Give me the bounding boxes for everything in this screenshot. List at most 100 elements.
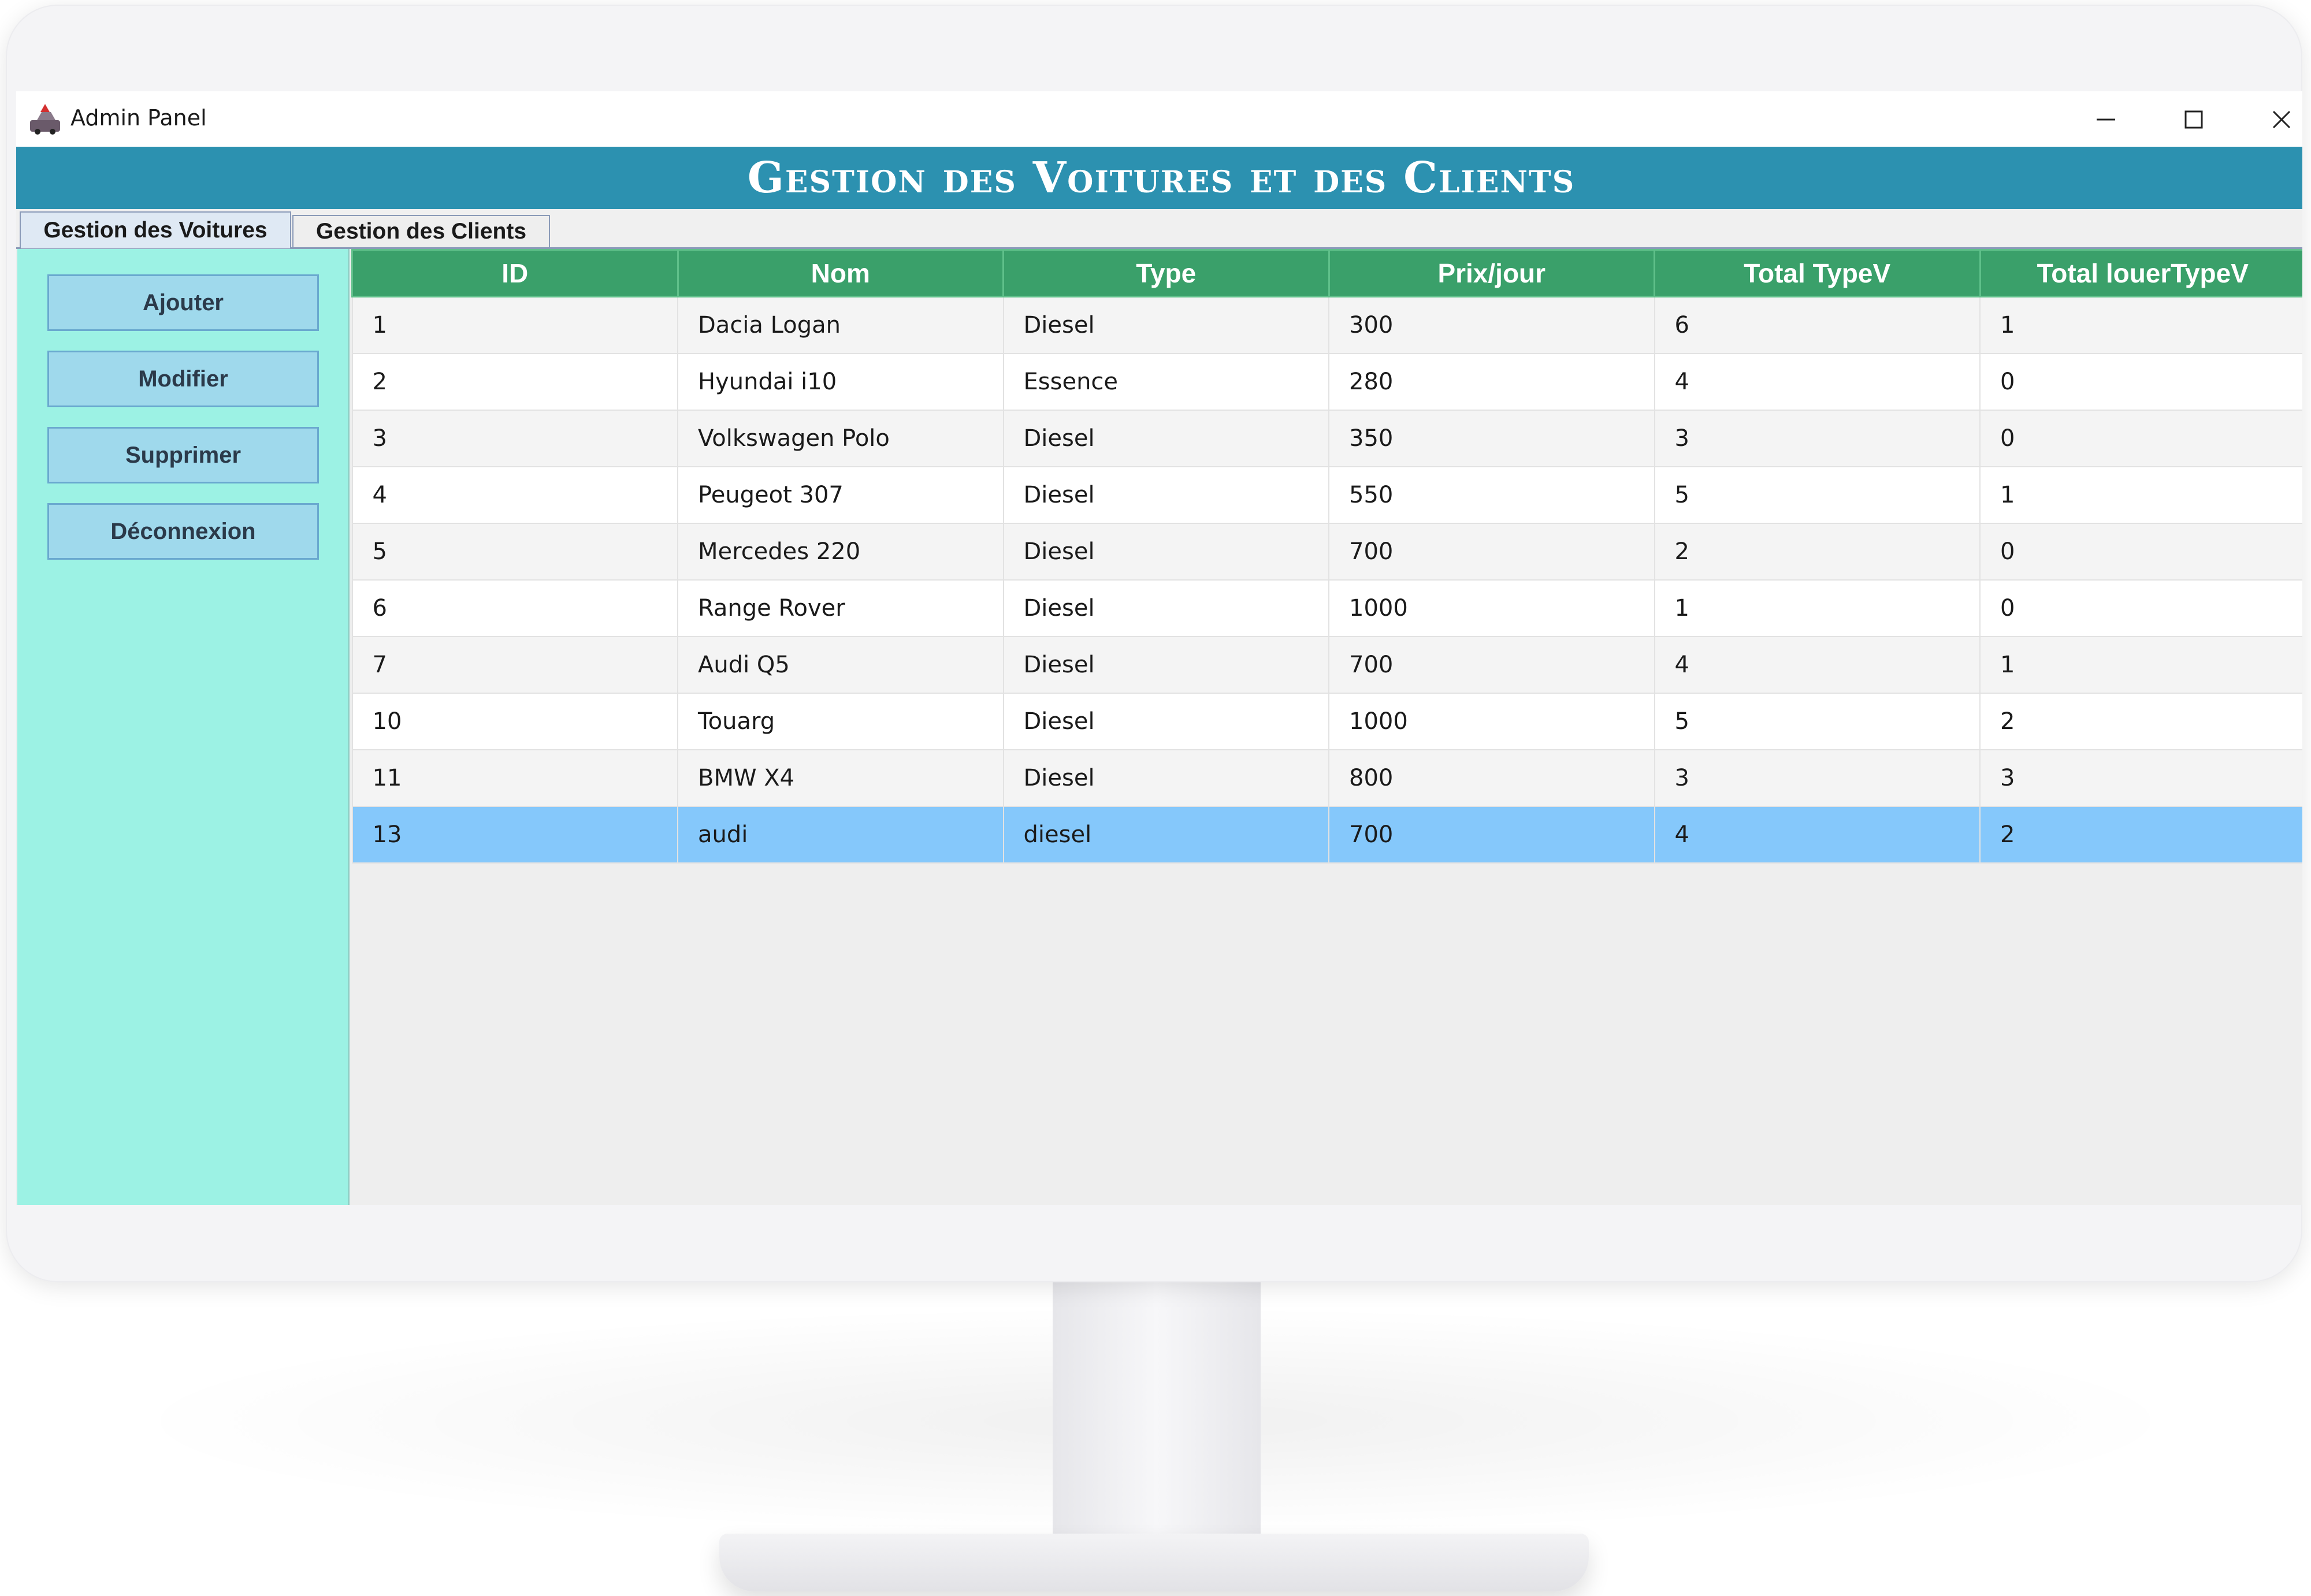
table-cell[interactable]: 2 [1979, 806, 2302, 864]
column-header-type[interactable]: Type [1002, 249, 1330, 297]
table-cell[interactable]: 350 [1328, 410, 1655, 467]
table-cell[interactable]: 3 [1654, 749, 1981, 807]
table-cell[interactable]: Range Rover [677, 579, 1004, 637]
table-cell[interactable]: 4 [1654, 353, 1981, 411]
tab-gestion-voitures[interactable]: Gestion des Voitures [20, 211, 291, 248]
table-cell[interactable]: 6 [351, 579, 678, 637]
column-header-total-typev[interactable]: Total TypeV [1654, 249, 1981, 297]
column-header-nom[interactable]: Nom [677, 249, 1004, 297]
table-cell[interactable]: diesel [1002, 806, 1329, 864]
table-row[interactable]: 11 BMW X4 Diesel 800 3 3 [351, 749, 2302, 807]
modify-button[interactable]: Modifier [47, 351, 319, 407]
table-cell[interactable]: 2 [1979, 693, 2302, 750]
table-cell[interactable]: 1 [1979, 296, 2302, 354]
table-cell[interactable]: 13 [351, 806, 678, 864]
table-cell[interactable]: Hyundai i10 [677, 353, 1004, 411]
table-cell[interactable]: 7 [351, 636, 678, 694]
table-cell[interactable]: 5 [1654, 693, 1981, 750]
table-cell[interactable]: 11 [351, 749, 678, 807]
add-button[interactable]: Ajouter [47, 274, 319, 331]
table-cell[interactable]: 1000 [1328, 579, 1655, 637]
table-cell[interactable]: 4 [1654, 806, 1981, 864]
table-cell[interactable]: 10 [351, 693, 678, 750]
banner-title: Gestion des Voitures et des Clients [747, 153, 1576, 203]
tab-gestion-clients[interactable]: Gestion des Clients [292, 215, 550, 247]
table-cell[interactable]: Diesel [1002, 579, 1329, 637]
delete-button[interactable]: Supprimer [47, 427, 319, 483]
table-cell[interactable]: 1 [351, 296, 678, 354]
table-header-row: ID Nom Type Prix/jour Total TypeV Total … [351, 249, 2302, 297]
table-cell[interactable]: 0 [1979, 353, 2302, 411]
minimize-button[interactable] [2074, 99, 2138, 140]
table-cell[interactable]: 3 [351, 410, 678, 467]
table-cell[interactable]: 6 [1654, 296, 1981, 354]
app-window: Admin Panel Gestion des Voitures et des … [16, 91, 2302, 1205]
table-cell[interactable]: 280 [1328, 353, 1655, 411]
maximize-button[interactable] [2162, 99, 2225, 140]
cars-table: ID Nom Type Prix/jour Total TypeV Total … [351, 249, 2302, 864]
table-cell[interactable]: Diesel [1002, 296, 1329, 354]
table-row[interactable]: 6 Range Rover Diesel 1000 1 0 [351, 579, 2302, 637]
table-cell[interactable]: 4 [1654, 636, 1981, 694]
title-bar: Admin Panel [16, 91, 2302, 147]
table-cell[interactable]: Touarg [677, 693, 1004, 750]
minimize-icon [2097, 118, 2115, 121]
tab-label: Gestion des Voitures [43, 218, 267, 243]
table-cell[interactable]: Volkswagen Polo [677, 410, 1004, 467]
table-row[interactable]: 10 Touarg Diesel 1000 5 2 [351, 693, 2302, 750]
table-cell[interactable]: 700 [1328, 523, 1655, 581]
table-cell[interactable]: 3 [1654, 410, 1981, 467]
table-row[interactable]: 3 Volkswagen Polo Diesel 350 3 0 [351, 410, 2302, 467]
table-row[interactable]: 1 Dacia Logan Diesel 300 6 1 [351, 296, 2302, 354]
close-button[interactable] [2250, 99, 2302, 140]
table-cell[interactable]: Essence [1002, 353, 1329, 411]
action-sidebar: Ajouter Modifier Supprimer Déconnexion [17, 249, 350, 1205]
logout-button[interactable]: Déconnexion [47, 503, 319, 560]
table-cell[interactable]: 5 [351, 523, 678, 581]
table-cell[interactable]: Mercedes 220 [677, 523, 1004, 581]
table-cell[interactable]: 700 [1328, 636, 1655, 694]
table-cell[interactable]: 700 [1328, 806, 1655, 864]
table-cell[interactable]: Diesel [1002, 636, 1329, 694]
table-cell[interactable]: BMW X4 [677, 749, 1004, 807]
table-cell[interactable]: 5 [1654, 466, 1981, 524]
table-cell[interactable]: Diesel [1002, 749, 1329, 807]
table-row[interactable]: 2 Hyundai i10 Essence 280 4 0 [351, 353, 2302, 411]
tab-bar: Gestion des Voitures Gestion des Clients [16, 209, 2302, 249]
table-cell[interactable]: audi [677, 806, 1004, 864]
table-row[interactable]: 7 Audi Q5 Diesel 700 4 1 [351, 636, 2302, 694]
table-cell[interactable]: 300 [1328, 296, 1655, 354]
logout-button-label: Déconnexion [110, 518, 256, 544]
table-cell[interactable]: 0 [1979, 410, 2302, 467]
column-header-id[interactable]: ID [351, 249, 679, 297]
table-cell[interactable]: 2 [1654, 523, 1981, 581]
page-banner: Gestion des Voitures et des Clients [16, 147, 2302, 209]
table-row[interactable]: 5 Mercedes 220 Diesel 700 2 0 [351, 523, 2302, 581]
table-cell[interactable]: Diesel [1002, 523, 1329, 581]
monitor-stand-base [719, 1534, 1589, 1591]
table-cell[interactable]: Dacia Logan [677, 296, 1004, 354]
table-body: 1 Dacia Logan Diesel 300 6 1 2 Hyundai i10 Essen… [351, 296, 2302, 864]
table-cell[interactable]: Diesel [1002, 410, 1329, 467]
table-cell[interactable]: 1 [1979, 636, 2302, 694]
table-cell[interactable]: 800 [1328, 749, 1655, 807]
close-icon [2272, 110, 2291, 129]
table-cell[interactable]: 1 [1654, 579, 1981, 637]
table-cell[interactable]: 2 [351, 353, 678, 411]
table-cell[interactable]: Diesel [1002, 466, 1329, 524]
table-cell[interactable]: 0 [1979, 523, 2302, 581]
table-cell[interactable]: 4 [351, 466, 678, 524]
column-header-prix[interactable]: Prix/jour [1328, 249, 1655, 297]
table-cell[interactable]: 1000 [1328, 693, 1655, 750]
table-cell[interactable]: 1 [1979, 466, 2302, 524]
table-cell[interactable]: Diesel [1002, 693, 1329, 750]
delete-button-label: Supprimer [125, 442, 241, 468]
table-cell[interactable]: 3 [1979, 749, 2302, 807]
table-cell[interactable]: 550 [1328, 466, 1655, 524]
table-cell[interactable]: 0 [1979, 579, 2302, 637]
table-row[interactable]: 4 Peugeot 307 Diesel 550 5 1 [351, 466, 2302, 524]
column-header-total-louer[interactable]: Total louerTypeV [1979, 249, 2302, 297]
table-cell[interactable]: Audi Q5 [677, 636, 1004, 694]
table-row[interactable]: 13 audi diesel 700 4 2 [351, 806, 2302, 864]
table-cell[interactable]: Peugeot 307 [677, 466, 1004, 524]
